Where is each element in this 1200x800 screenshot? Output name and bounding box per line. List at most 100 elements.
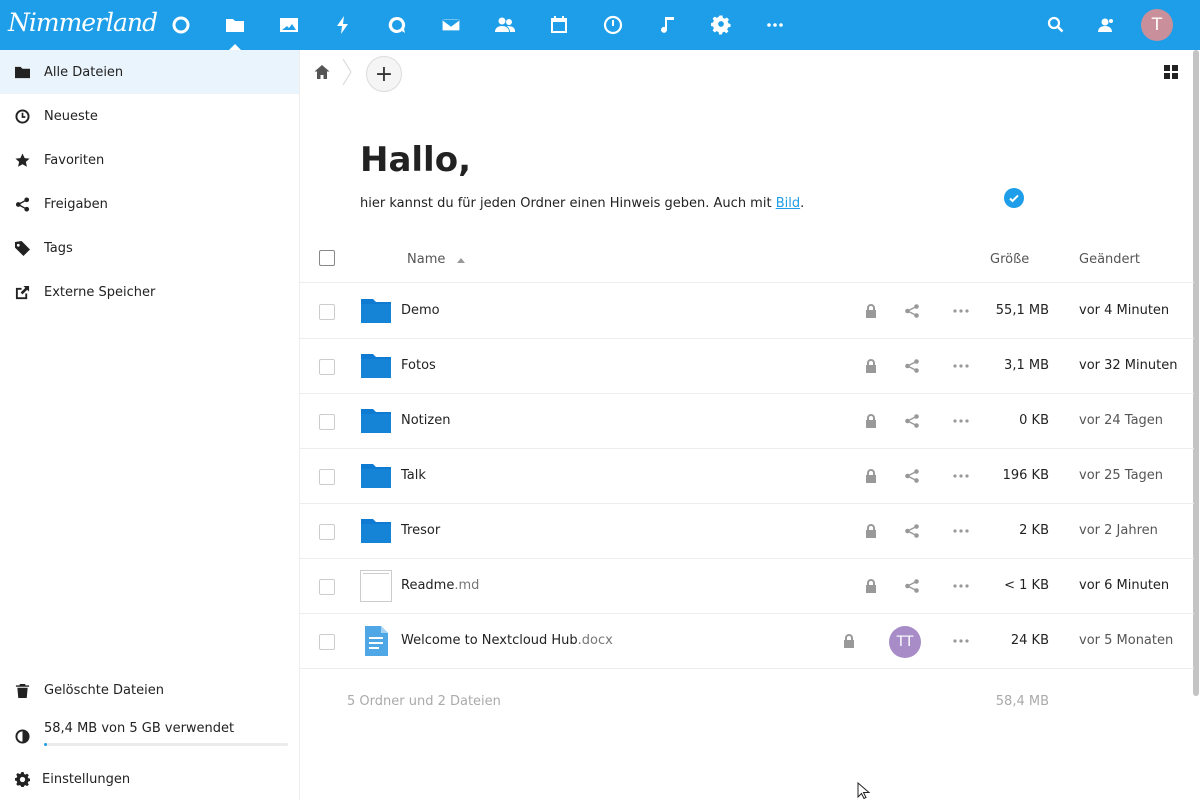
file-row[interactable]: Readme.md < 1 KB vor 6 Minuten	[300, 559, 1194, 614]
lock-icon[interactable]	[863, 413, 879, 429]
share-icon[interactable]	[904, 358, 920, 374]
document-file-icon[interactable]	[360, 625, 392, 657]
file-modified: vor 6 Minuten	[1079, 578, 1170, 593]
lock-icon[interactable]	[863, 303, 879, 319]
lock-icon[interactable]	[841, 633, 857, 649]
file-name[interactable]: Demo	[401, 303, 440, 318]
row-checkbox[interactable]	[319, 304, 335, 320]
logo[interactable]: Nimmerland	[8, 8, 158, 37]
sidebar-item-shares[interactable]: Freigaben	[0, 182, 299, 226]
file-size: 0 KB	[1019, 413, 1049, 428]
file-name[interactable]: Talk	[401, 468, 426, 483]
share-icon[interactable]	[904, 468, 920, 484]
more-actions-icon[interactable]	[952, 303, 970, 319]
sidebar-item-label: Gelöschte Dateien	[44, 682, 164, 698]
folder-icon[interactable]	[360, 405, 392, 437]
file-basename: Talk	[401, 468, 426, 483]
folder-note-heading: Hallo,	[360, 140, 471, 180]
photos-icon[interactable]	[276, 12, 302, 38]
share-icon[interactable]	[904, 413, 920, 429]
contacts-menu-icon[interactable]	[1093, 12, 1119, 38]
folder-icon[interactable]	[360, 460, 392, 492]
folder-icon[interactable]	[360, 515, 392, 547]
text-file-icon[interactable]	[360, 570, 392, 602]
file-summary-size: 58,4 MB	[995, 694, 1049, 709]
file-row[interactable]: Talk 196 KB vor 25 Tagen	[300, 449, 1194, 504]
more-apps-icon[interactable]	[762, 12, 788, 38]
quota-bar-fill	[44, 743, 47, 746]
mouse-cursor-icon	[857, 781, 871, 800]
sort-ascending-icon[interactable]	[457, 258, 465, 263]
row-checkbox[interactable]	[319, 524, 335, 540]
more-actions-icon[interactable]	[952, 358, 970, 374]
file-row[interactable]: Demo 55,1 MB vor 4 Minuten	[300, 284, 1194, 339]
lock-icon[interactable]	[863, 578, 879, 594]
row-checkbox[interactable]	[319, 359, 335, 375]
file-name[interactable]: Tresor	[401, 523, 440, 538]
file-row[interactable]: Tresor 2 KB vor 2 Jahren	[300, 504, 1194, 559]
more-actions-icon[interactable]	[952, 633, 970, 649]
new-file-button[interactable]: +	[366, 56, 402, 92]
share-icon[interactable]	[904, 303, 920, 319]
more-actions-icon[interactable]	[952, 468, 970, 484]
sidebar-item-label: Einstellungen	[42, 771, 131, 787]
more-actions-icon[interactable]	[952, 413, 970, 429]
breadcrumb-separator-icon	[342, 58, 352, 86]
lock-icon[interactable]	[863, 523, 879, 539]
sidebar-item-recent[interactable]: Neueste	[0, 94, 299, 138]
share-icon[interactable]	[904, 523, 920, 539]
more-actions-icon[interactable]	[952, 523, 970, 539]
file-row[interactable]: Welcome to Nextcloud Hub.docx TT 24 KB v…	[300, 614, 1194, 669]
sidebar-item-external-storage[interactable]: Externe Speicher	[0, 270, 299, 314]
mail-icon[interactable]	[438, 12, 464, 38]
row-checkbox[interactable]	[319, 414, 335, 430]
sidebar-item-all-files[interactable]: Alle Dateien	[0, 50, 299, 94]
user-avatar[interactable]: T	[1141, 9, 1173, 41]
shared-user-avatar[interactable]: TT	[889, 626, 921, 658]
calendar-icon[interactable]	[546, 12, 572, 38]
check-icon[interactable]	[1004, 188, 1024, 208]
file-modified: vor 25 Tagen	[1079, 468, 1164, 483]
folder-icon[interactable]	[360, 350, 392, 382]
column-modified[interactable]: Geändert	[1079, 252, 1140, 267]
search-icon[interactable]	[1043, 12, 1069, 38]
dashboard-icon[interactable]	[168, 12, 194, 38]
folder-icon	[14, 64, 30, 80]
files-icon[interactable]	[222, 12, 248, 50]
sidebar-quota[interactable]: 58,4 MB von 5 GB verwendet	[0, 711, 299, 755]
column-name[interactable]: Name	[407, 252, 445, 267]
column-size[interactable]: Größe	[990, 252, 1029, 267]
grid-view-icon[interactable]	[1163, 64, 1179, 80]
sidebar-item-deleted-files[interactable]: Gelöschte Dateien	[0, 668, 299, 712]
note-image-link[interactable]: Bild	[776, 196, 800, 211]
file-name[interactable]: Readme.md	[401, 578, 479, 593]
row-checkbox[interactable]	[319, 469, 335, 485]
file-row[interactable]: Fotos 3,1 MB vor 32 Minuten	[300, 339, 1194, 394]
sidebar-item-tags[interactable]: Tags	[0, 226, 299, 270]
talk-icon[interactable]	[384, 12, 410, 38]
file-name[interactable]: Welcome to Nextcloud Hub.docx	[401, 633, 613, 648]
sidebar-item-favorites[interactable]: Favoriten	[0, 138, 299, 182]
contacts-icon[interactable]	[492, 12, 518, 38]
file-row[interactable]: Notizen 0 KB vor 24 Tagen	[300, 394, 1194, 449]
row-checkbox[interactable]	[319, 634, 335, 650]
file-name[interactable]: Fotos	[401, 358, 436, 373]
select-all-checkbox[interactable]	[319, 250, 335, 266]
home-icon[interactable]	[314, 64, 330, 80]
row-checkbox[interactable]	[319, 579, 335, 595]
music-icon[interactable]	[654, 12, 680, 38]
file-modified: vor 32 Minuten	[1079, 358, 1178, 373]
quota-text: 58,4 MB von 5 GB verwendet	[44, 721, 235, 736]
file-name[interactable]: Notizen	[401, 413, 450, 428]
activity-icon[interactable]	[330, 12, 356, 38]
clock-icon	[14, 108, 30, 124]
folder-icon[interactable]	[360, 295, 392, 327]
deck-icon[interactable]	[600, 12, 626, 38]
lock-icon[interactable]	[863, 468, 879, 484]
more-actions-icon[interactable]	[952, 578, 970, 594]
sidebar-item-settings[interactable]: Einstellungen	[0, 757, 299, 800]
settings-icon[interactable]	[708, 12, 734, 38]
file-size: 3,1 MB	[1004, 358, 1049, 373]
share-icon[interactable]	[904, 578, 920, 594]
lock-icon[interactable]	[863, 358, 879, 374]
